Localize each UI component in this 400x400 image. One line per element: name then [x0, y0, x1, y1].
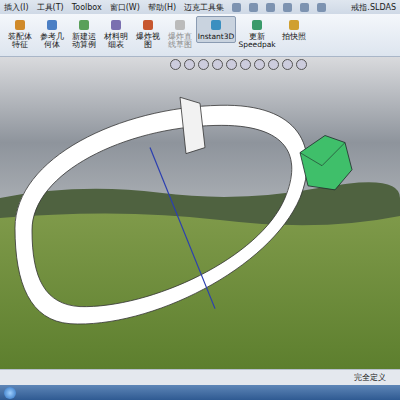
command-button[interactable]: 爆炸直线草图 [164, 16, 195, 52]
status-bar: 完全定义 [0, 369, 400, 385]
command-label: 参考几何体 [38, 33, 65, 50]
document-title: 戒指.SLDAS [351, 2, 396, 13]
view-tool-icon[interactable] [296, 59, 307, 70]
command-icon [109, 18, 123, 32]
quick-access-icon[interactable] [249, 3, 258, 12]
command-icon [209, 18, 223, 32]
view-tool-icon[interactable] [268, 59, 279, 70]
command-label: 更新Speedpak [238, 33, 275, 50]
command-icon [173, 18, 187, 32]
view-tool-icon[interactable] [240, 59, 251, 70]
quick-access-icon[interactable] [317, 3, 326, 12]
command-icon [13, 18, 27, 32]
view-toolbar [170, 59, 307, 70]
solidworks-window: 插入(I) 工具(T) Toolbox 窗口(W) 帮助(H) 迈克工具集 戒指.SLDAS… [0, 0, 400, 400]
command-button[interactable]: 更新Speedpak [237, 16, 277, 52]
view-tool-icon[interactable] [198, 59, 209, 70]
command-button[interactable]: 材料明细表 [100, 16, 131, 52]
command-label: 爆炸直线草图 [166, 33, 193, 50]
command-icon [77, 18, 91, 32]
command-label: 装配体特征 [6, 33, 33, 50]
menu-item[interactable]: 插入(I) [4, 2, 29, 13]
view-tool-icon[interactable] [226, 59, 237, 70]
command-icon [45, 18, 59, 32]
quick-access-icon[interactable] [232, 3, 241, 12]
command-button[interactable]: 新建运动算例 [68, 16, 99, 52]
quick-access-icon[interactable] [266, 3, 275, 12]
menu-item[interactable]: 窗口(W) [110, 2, 140, 13]
quick-access-icon[interactable] [283, 3, 292, 12]
menu-item[interactable]: 工具(T) [37, 2, 64, 13]
command-label: 材料明细表 [102, 33, 129, 50]
menu-bar: 插入(I) 工具(T) Toolbox 窗口(W) 帮助(H) 迈克工具集 戒指.SLDAS [0, 0, 400, 14]
command-label: 拍快照 [282, 33, 306, 41]
view-tool-icon[interactable] [212, 59, 223, 70]
menu-item[interactable]: Toolbox [72, 3, 102, 12]
menu-item[interactable]: 帮助(H) [148, 2, 176, 13]
ring-model [0, 57, 400, 369]
view-tool-icon[interactable] [184, 59, 195, 70]
command-button[interactable]: 装配体特征 [4, 16, 35, 52]
view-tool-icon[interactable] [170, 59, 181, 70]
command-icon [141, 18, 155, 32]
command-label: 爆炸视图 [134, 33, 161, 50]
status-text: 完全定义 [354, 372, 386, 383]
command-manager: 装配体特征参考几何体新建运动算例材料明细表爆炸视图爆炸直线草图 Instant3D… [0, 14, 400, 57]
view-tool-icon[interactable] [282, 59, 293, 70]
start-button-icon[interactable] [4, 387, 16, 399]
command-button[interactable]: 拍快照 [278, 16, 309, 43]
quick-access-icon[interactable] [300, 3, 309, 12]
command-icon [287, 18, 301, 32]
command-label: 新建运动算例 [70, 33, 97, 50]
view-tool-icon[interactable] [254, 59, 265, 70]
graphics-area[interactable] [0, 57, 400, 369]
command-label: Instant3D [198, 33, 235, 41]
command-icon [250, 18, 264, 32]
command-button[interactable]: Instant3D [196, 16, 236, 43]
menu-item[interactable]: 迈克工具集 [184, 2, 224, 13]
command-button[interactable]: 爆炸视图 [132, 16, 163, 52]
command-button[interactable]: 参考几何体 [36, 16, 67, 52]
taskbar [0, 385, 400, 400]
